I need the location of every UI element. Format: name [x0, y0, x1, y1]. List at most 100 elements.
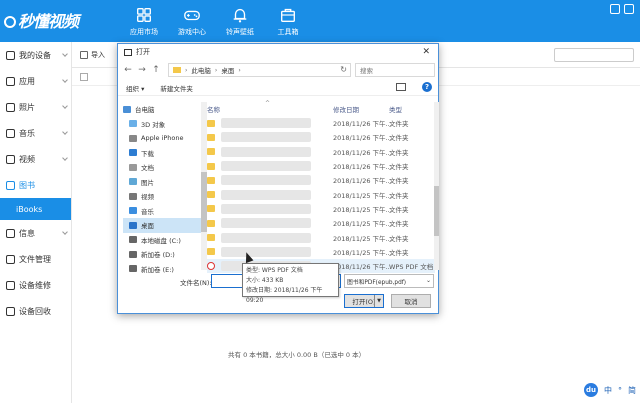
file-row[interactable]: 2018/11/26 下午... 文件夹: [207, 159, 435, 173]
select-all-checkbox[interactable]: [80, 72, 88, 81]
close-icon[interactable]: ✕: [422, 47, 430, 57]
redacted-filename: [221, 246, 311, 257]
gamepad-icon: [184, 10, 200, 20]
nav-app-market[interactable]: 应用市场: [120, 0, 168, 42]
folder-icon: [207, 148, 215, 156]
column-header-type[interactable]: 类型: [389, 104, 402, 114]
command-bar: 组织 ▾ 新建文件夹 ?: [118, 80, 438, 96]
nav-item-desktop[interactable]: 桌面: [123, 218, 201, 233]
file-row[interactable]: 2018/11/25 下午... 文件夹: [207, 245, 435, 259]
file-row[interactable]: 2018/11/25 下午... 文件夹: [207, 216, 435, 230]
breadcrumb-part[interactable]: 桌面: [221, 65, 234, 75]
nav-item-drive-d[interactable]: 新加卷 (D:): [123, 247, 201, 262]
tray-item[interactable]: °: [618, 386, 622, 395]
top-bar: 秒懂视频 应用市场 游戏中心 铃声壁纸 工具箱: [0, 0, 640, 42]
cancel-button[interactable]: 取消: [391, 294, 431, 308]
toolbox-icon: [281, 8, 295, 22]
nav-item-3d-objects[interactable]: 3D 对象: [123, 117, 201, 132]
nav-item-drive-c[interactable]: 本地磁盘 (C:): [123, 233, 201, 248]
column-header-name[interactable]: 名称: [207, 104, 220, 114]
tray-item[interactable]: 简: [628, 385, 636, 396]
drive-icon: [129, 250, 137, 258]
navigation-pane: 台电脑 3D 对象 Apple iPhone 下载 文档 图片 视频 音乐 桌面…: [123, 102, 201, 274]
up-arrow-icon[interactable]: ↑: [152, 65, 160, 75]
file-row[interactable]: 2018/11/26 下午... 文件夹: [207, 116, 435, 130]
sidebar-item-device-recycle[interactable]: 设备回收: [0, 298, 71, 324]
photo-icon: [6, 102, 15, 112]
nav-item-documents[interactable]: 文档: [123, 160, 201, 175]
sidebar-item-photos[interactable]: 照片: [0, 94, 71, 120]
file-row[interactable]: 2018/11/25 下午... 文件夹: [207, 202, 435, 216]
filename-label: 文件名(N):: [180, 279, 212, 287]
sidebar-item-apps[interactable]: 应用: [0, 68, 71, 94]
back-arrow-icon[interactable]: ←: [124, 65, 132, 75]
picture-icon: [129, 178, 137, 186]
sidebar-item-books[interactable]: 图书: [0, 172, 71, 198]
music-note-icon: [129, 207, 137, 215]
sidebar-item-messages[interactable]: 信息: [0, 220, 71, 246]
sidebar-subitem-ibooks[interactable]: iBooks: [0, 198, 71, 220]
redacted-filename: [221, 118, 311, 129]
nav-item-pictures[interactable]: 图片: [123, 175, 201, 190]
breadcrumb-part[interactable]: 此电脑: [191, 65, 211, 75]
scrollbar-thumb[interactable]: [434, 186, 439, 236]
window-controls: [610, 4, 634, 14]
nav-game-center[interactable]: 游戏中心: [168, 0, 216, 42]
file-row[interactable]: 2018/11/25 下午... 文件夹: [207, 187, 435, 201]
folder-icon: [207, 234, 215, 242]
redacted-filename: [221, 161, 311, 172]
column-header-date[interactable]: 修改日期: [333, 104, 359, 114]
pdf-file-icon: [207, 262, 215, 271]
top-nav: 应用市场 游戏中心 铃声壁纸 工具箱: [120, 0, 312, 42]
main-search-input[interactable]: [554, 48, 634, 62]
close-icon[interactable]: [624, 4, 634, 14]
file-row[interactable]: 2018/11/26 下午... 文件夹: [207, 173, 435, 187]
message-icon: [6, 228, 15, 238]
sidebar-item-file-manager[interactable]: 文件管理: [0, 246, 71, 272]
sidebar-item-device-repair[interactable]: 设备维修: [0, 272, 71, 298]
file-type-filter[interactable]: 图书和PDF(epub,pdf) ⌄: [344, 274, 434, 288]
open-button[interactable]: 打开(O) ▼: [344, 294, 384, 308]
sidebar-item-video[interactable]: 视频: [0, 146, 71, 172]
address-bar[interactable]: › 此电脑 › 桌面 › ↻: [168, 63, 351, 77]
computer-icon: [123, 105, 131, 113]
new-folder-button[interactable]: 新建文件夹: [160, 83, 193, 93]
refresh-icon[interactable]: ↻: [340, 65, 347, 74]
tooltip-line: 大小: 433 KB: [246, 277, 284, 284]
view-options-icon[interactable]: [396, 83, 406, 91]
import-button[interactable]: 导入: [80, 50, 105, 60]
chevron-down-icon[interactable]: ▼: [374, 295, 383, 307]
nav-item-downloads[interactable]: 下载: [123, 146, 201, 161]
baidu-ime-icon[interactable]: du: [584, 383, 598, 397]
redacted-filename: [221, 232, 311, 243]
dialog-search-input[interactable]: 搜索: [355, 63, 435, 77]
organize-button[interactable]: 组织 ▾: [126, 83, 144, 93]
help-icon[interactable]: ?: [422, 82, 432, 92]
file-row[interactable]: 2018/11/26 下午... 文件夹: [207, 130, 435, 144]
nav-item-videos[interactable]: 视频: [123, 189, 201, 204]
nav-item-apple-iphone[interactable]: Apple iPhone: [123, 131, 201, 146]
bell-icon: [233, 8, 247, 22]
sidebar-item-my-device[interactable]: 我的设备: [0, 42, 71, 68]
chevron-down-icon: [62, 77, 68, 83]
file-list-header: ^ 名称 修改日期 类型: [207, 100, 435, 116]
file-row[interactable]: 2018/11/25 下午... 文件夹: [207, 230, 435, 244]
folder-icon: [207, 219, 215, 227]
chevron-down-icon: [62, 51, 68, 57]
file-list-scrollbar[interactable]: [434, 102, 439, 270]
folder-icon: [207, 162, 215, 170]
nav-item-this-pc[interactable]: 台电脑: [123, 102, 201, 117]
forward-arrow-icon[interactable]: →: [138, 65, 146, 75]
redacted-filename: [221, 146, 311, 157]
nav-item-music[interactable]: 音乐: [123, 204, 201, 219]
file-row[interactable]: 2018/11/26 下午... 文件夹: [207, 145, 435, 159]
tray-item[interactable]: 中: [604, 385, 612, 396]
music-icon: [6, 128, 15, 138]
nav-ringtones[interactable]: 铃声壁纸: [216, 0, 264, 42]
nav-item-drive-e[interactable]: 新加卷 (E:): [123, 262, 201, 277]
folder-icon: [207, 119, 215, 127]
sidebar-item-music[interactable]: 音乐: [0, 120, 71, 146]
nav-toolbox[interactable]: 工具箱: [264, 0, 312, 42]
desktop-icon: [129, 221, 137, 229]
minimize-icon[interactable]: [610, 4, 620, 14]
